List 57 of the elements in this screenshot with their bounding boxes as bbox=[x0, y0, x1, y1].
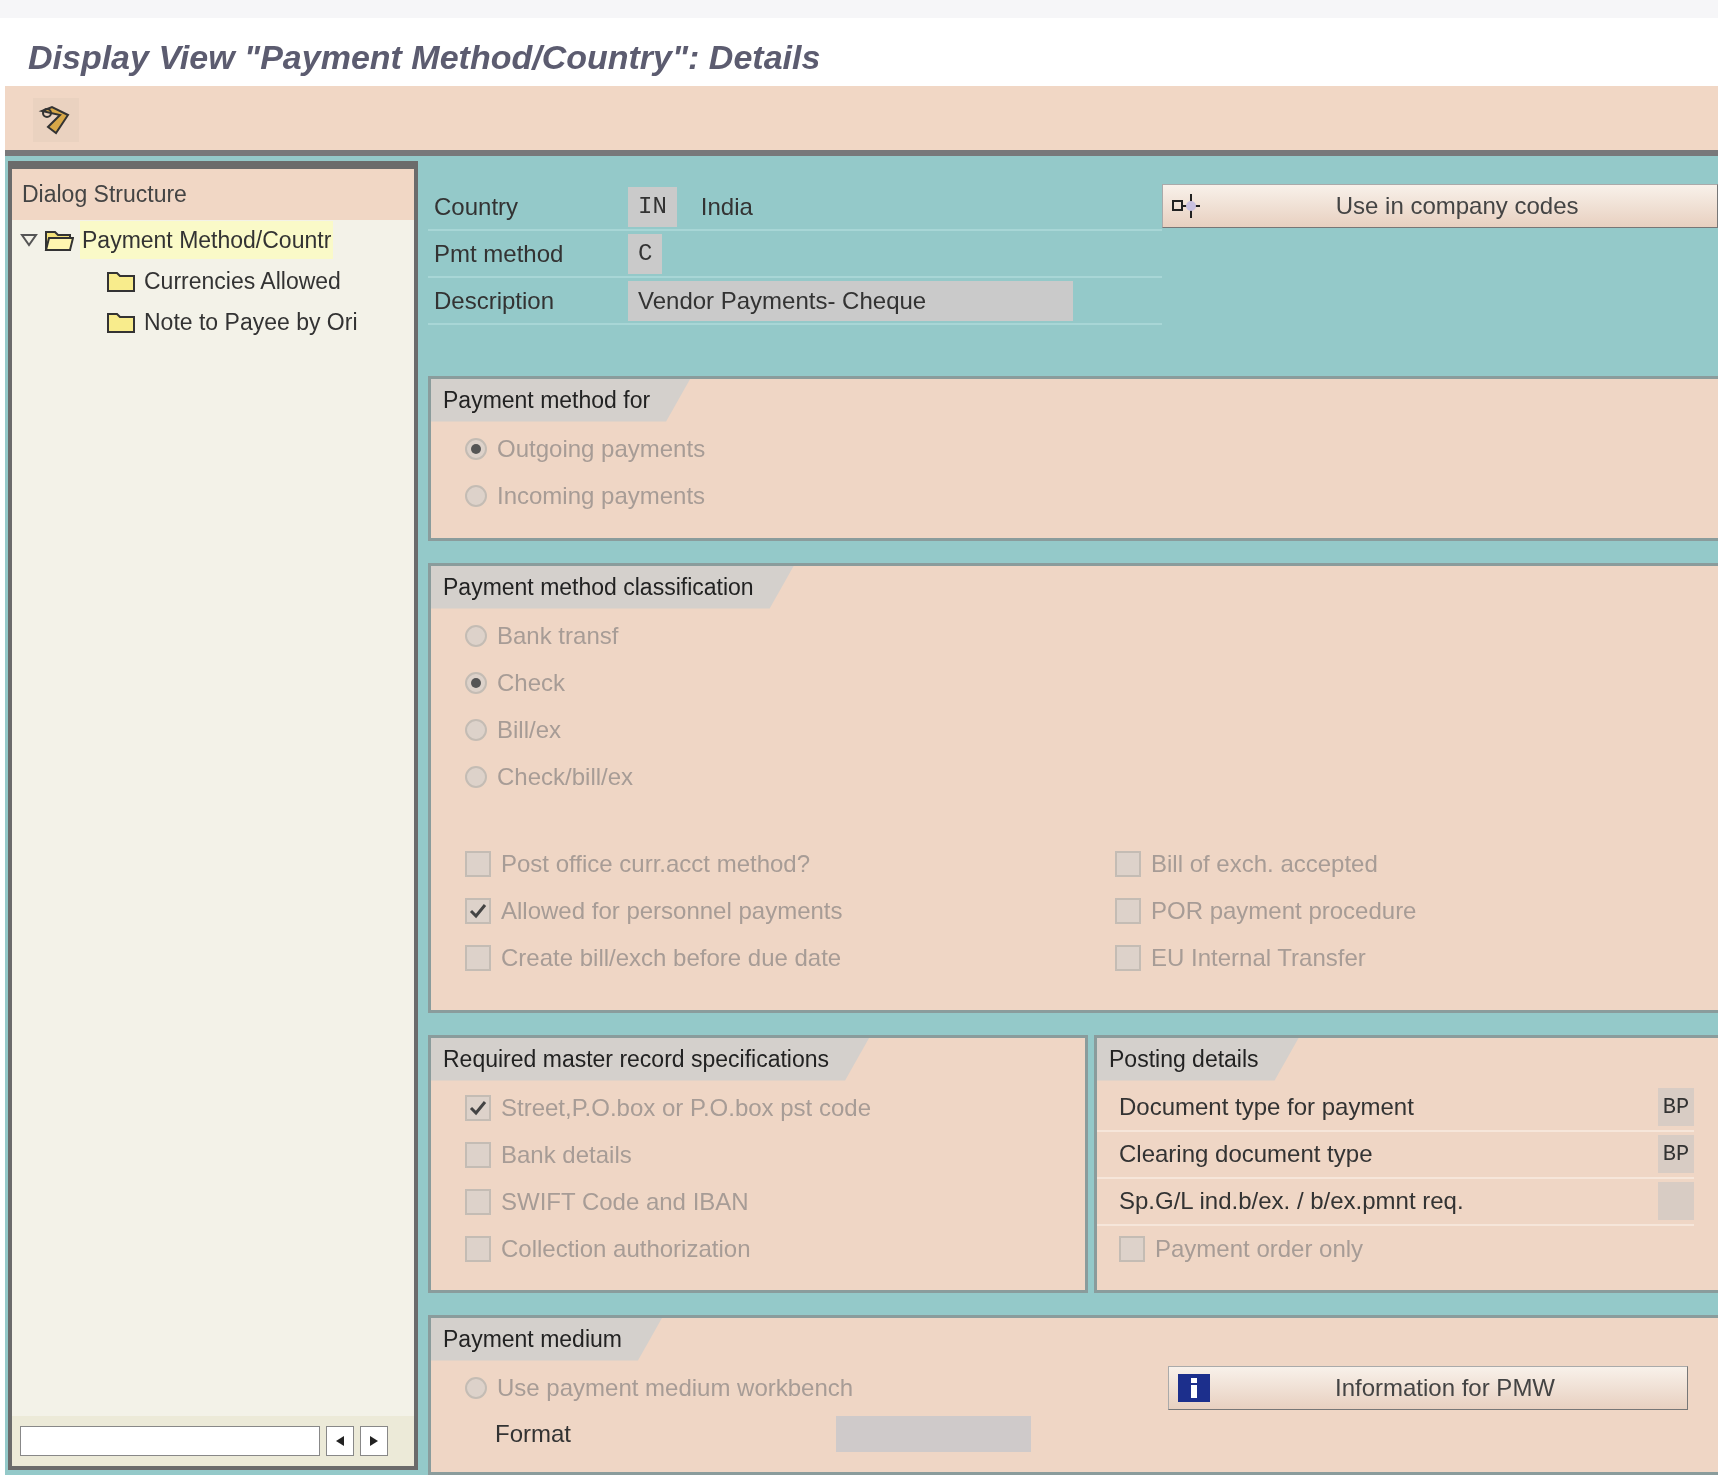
checkbox-label: EU Internal Transfer bbox=[1151, 943, 1366, 973]
right-arrow-icon bbox=[369, 1435, 379, 1447]
group-title: Payment medium bbox=[431, 1318, 662, 1361]
checkbox-label: Post office curr.acct method? bbox=[501, 849, 811, 879]
group-title: Payment method classification bbox=[431, 566, 794, 609]
scroll-right-button[interactable] bbox=[360, 1426, 388, 1456]
input-field[interactable]: BP bbox=[1658, 1088, 1694, 1126]
information-button[interactable]: Information for PMW bbox=[1168, 1366, 1688, 1410]
checkbox-label: Street,P.O.box or P.O.box pst code bbox=[501, 1093, 871, 1123]
window-title: Display View "Payment Method/Country": Details bbox=[28, 40, 822, 74]
check-icon bbox=[469, 1100, 487, 1116]
option-label: Incoming payments bbox=[497, 481, 706, 511]
tree-item[interactable]: Note to Payee by Ori bbox=[142, 302, 360, 342]
check-icon bbox=[469, 903, 487, 919]
scroll-field[interactable] bbox=[20, 1426, 320, 1456]
input-field[interactable] bbox=[836, 1415, 1031, 1452]
checkbox-label: Bank details bbox=[501, 1140, 632, 1170]
option-label: Check bbox=[497, 668, 566, 698]
input-field[interactable]: C bbox=[628, 233, 663, 274]
option-label: Bank transf bbox=[497, 621, 619, 651]
field-label: Sp.G/L ind.b/ex. / b/ex.pmnt req. bbox=[1118, 1186, 1465, 1216]
checkbox-label: Bill of exch. accepted bbox=[1151, 849, 1378, 879]
option-label: Bill/ex bbox=[497, 715, 562, 745]
checkbox-label: Create bill/exch before due date bbox=[501, 943, 842, 973]
group-title: Required master record specifications bbox=[431, 1038, 870, 1081]
field-label: Clearing document type bbox=[1118, 1139, 1374, 1169]
option-label: Outgoing payments bbox=[497, 434, 706, 464]
field-label: Document type for payment bbox=[1118, 1092, 1415, 1122]
input-field[interactable]: IN bbox=[628, 186, 677, 227]
folder-icon bbox=[106, 269, 136, 293]
field-label: Country bbox=[433, 191, 520, 222]
field-description: India bbox=[699, 191, 753, 222]
checkbox-label: Collection authorization bbox=[501, 1234, 751, 1264]
field-label: Description bbox=[433, 285, 556, 316]
collapse-triangle-icon[interactable] bbox=[20, 233, 38, 247]
option-label: Use payment medium workbench bbox=[497, 1373, 854, 1403]
folder-icon bbox=[106, 310, 136, 334]
info-icon bbox=[1177, 1373, 1211, 1403]
input-field[interactable]: Vendor Payments- Cheque bbox=[628, 280, 1073, 321]
input-field[interactable]: BP bbox=[1658, 1135, 1694, 1173]
left-arrow-icon bbox=[335, 1435, 345, 1447]
group-title: Posting details bbox=[1097, 1038, 1299, 1081]
pane-title: Dialog Structure bbox=[12, 169, 414, 220]
checkbox-label: Allowed for personnel payments bbox=[501, 896, 843, 926]
field-label: Pmt method bbox=[433, 238, 565, 269]
checkbox-label: POR payment procedure bbox=[1151, 896, 1417, 926]
use-in-company-codes-button[interactable]: Use in company codes bbox=[1162, 184, 1718, 228]
option-label: Check/bill/ex bbox=[497, 762, 634, 792]
group-title: Payment method for bbox=[431, 379, 691, 422]
checkbox-label: Payment order only bbox=[1155, 1234, 1364, 1264]
checkbox-label: SWIFT Code and IBAN bbox=[501, 1187, 749, 1217]
display-change-button[interactable] bbox=[33, 98, 79, 142]
tree-item[interactable]: Currencies Allowed bbox=[142, 261, 343, 301]
open-folder-icon bbox=[44, 228, 74, 252]
tree-item[interactable]: Payment Method/Countr bbox=[80, 220, 334, 260]
field-label: Format bbox=[495, 1418, 571, 1449]
scroll-left-button[interactable] bbox=[326, 1426, 354, 1456]
